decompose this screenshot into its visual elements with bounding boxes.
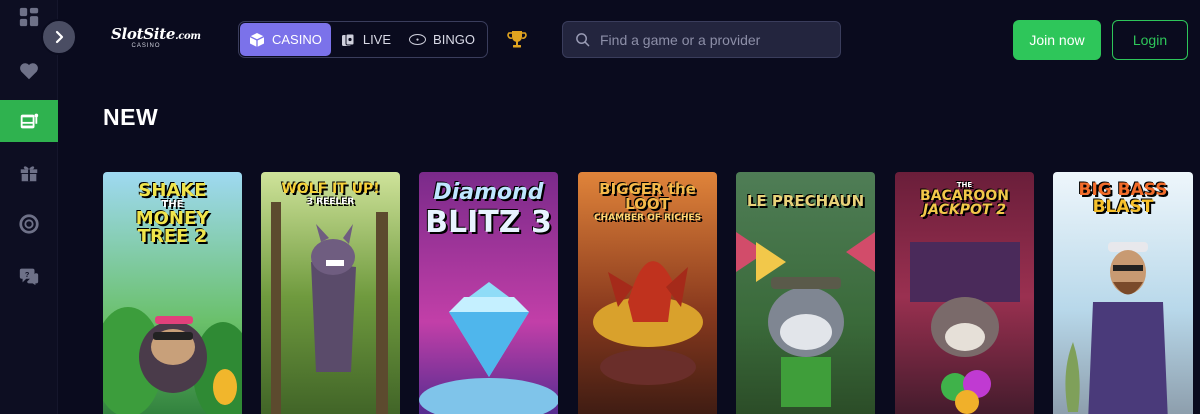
- game-title-line: SHAKE: [138, 180, 207, 201]
- gift-icon: [20, 166, 38, 182]
- cube-icon: [249, 32, 265, 47]
- svg-text:?: ?: [25, 270, 30, 279]
- game-card[interactable]: SHAKE THE MONEY TREE 2: [103, 172, 242, 414]
- slot-machine-icon: [20, 113, 39, 129]
- cards-icon: [341, 33, 355, 46]
- game-title-line: JACKPOT 2: [922, 202, 1007, 218]
- bingo-icon: ●: [409, 34, 427, 45]
- sidebar-item-help[interactable]: ?: [0, 255, 58, 297]
- casino-page: ? SlotSite.com CASINO CASINO LIVE ● BING…: [0, 0, 1200, 414]
- game-title-line: BLITZ 3: [425, 205, 552, 240]
- sidebar-item-support[interactable]: [0, 203, 58, 245]
- heart-icon: [20, 63, 38, 80]
- search-icon: [576, 33, 590, 47]
- site-logo[interactable]: SlotSite.com CASINO: [111, 25, 211, 55]
- tab-casino[interactable]: CASINO: [240, 23, 331, 56]
- game-title-line: 3 REELER: [306, 197, 355, 207]
- category-tabs: CASINO LIVE ● BINGO: [238, 21, 488, 58]
- game-title-line: LE PRECHAUN: [746, 192, 865, 210]
- game-thumbnail: [261, 172, 400, 414]
- tab-live[interactable]: LIVE: [331, 23, 400, 56]
- game-title-line: CHAMBER OF RICHES: [593, 213, 702, 223]
- section-title: NEW: [103, 104, 159, 130]
- game-card[interactable]: Diamond BLITZ 3: [419, 172, 558, 414]
- tab-bingo-label: BINGO: [433, 32, 475, 47]
- game-title-line: TREE 2: [137, 226, 208, 247]
- tab-bingo[interactable]: ● BINGO: [400, 23, 484, 56]
- game-title-line: BLAST: [1092, 197, 1154, 217]
- logo-subtitle: CASINO: [131, 43, 161, 49]
- chat-help-icon: ?: [19, 268, 39, 286]
- game-card[interactable]: WOLF IT UP! 3 REELER: [261, 172, 400, 414]
- search-bar: [562, 21, 841, 58]
- chevron-right-icon: [55, 30, 64, 44]
- sidebar-item-slots[interactable]: [0, 100, 58, 142]
- sidebar-item-favourites[interactable]: [0, 50, 58, 92]
- game-title-line: WOLF IT UP!: [281, 181, 380, 197]
- game-card[interactable]: THE BACAROON JACKPOT 2: [895, 172, 1034, 414]
- tab-casino-label: CASINO: [272, 32, 322, 47]
- logo-suffix: .com: [175, 31, 201, 42]
- sidebar: ?: [0, 0, 58, 414]
- sidebar-item-promotions[interactable]: [0, 152, 58, 194]
- game-title-line: Diamond: [433, 180, 544, 205]
- game-card[interactable]: LE PRECHAUN: [736, 172, 875, 414]
- game-card[interactable]: BIG BASS BLAST: [1053, 172, 1193, 414]
- logo-brand: SlotSite: [111, 25, 176, 43]
- trophy-icon[interactable]: [506, 28, 528, 50]
- login-button[interactable]: Login: [1112, 20, 1188, 60]
- sidebar-expand-button[interactable]: [41, 19, 77, 55]
- tab-live-label: LIVE: [362, 32, 392, 47]
- lifebuoy-icon: [19, 214, 39, 234]
- game-title-line: BIGGER the LOOT: [599, 180, 696, 213]
- game-card[interactable]: BIGGER the LOOT CHAMBER OF RICHES: [578, 172, 717, 414]
- game-title-line: BACAROON: [920, 188, 1009, 204]
- search-input[interactable]: [600, 31, 830, 48]
- grid-icon: [19, 7, 39, 27]
- join-now-button[interactable]: Join now: [1013, 20, 1101, 60]
